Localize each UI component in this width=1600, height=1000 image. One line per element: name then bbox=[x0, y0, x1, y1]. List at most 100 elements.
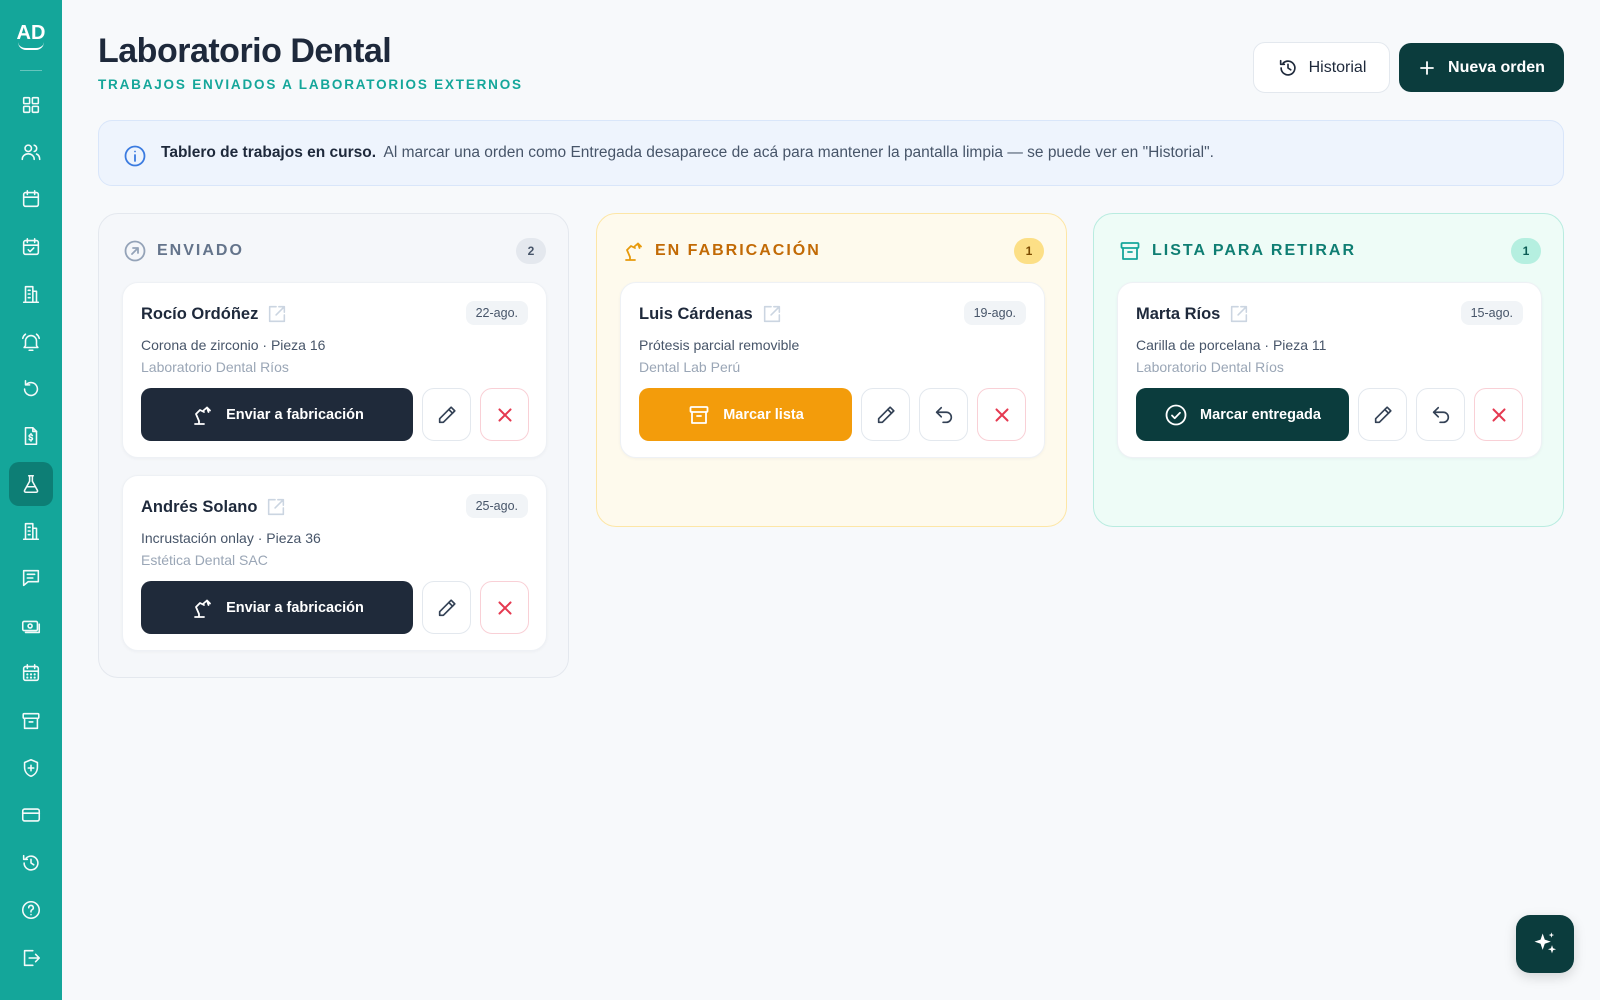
sidebar-item-insurance[interactable] bbox=[9, 746, 53, 790]
sidebar-item-laboratory[interactable] bbox=[9, 461, 53, 506]
calendar-check-icon bbox=[22, 237, 40, 255]
order-card: Marta Ríos 15-ago. Carilla de porcelana … bbox=[1117, 282, 1542, 458]
info-icon bbox=[124, 145, 146, 167]
building-icon bbox=[22, 522, 40, 541]
shield-icon bbox=[23, 758, 39, 777]
sidebar-item-payments[interactable] bbox=[9, 604, 53, 648]
order-card: Andrés Solano 25-ago. Incrustación onlay… bbox=[122, 475, 547, 651]
sidebar-item-billing[interactable] bbox=[9, 414, 53, 458]
logout-icon bbox=[23, 949, 41, 967]
sidebar-item-tasks[interactable] bbox=[9, 225, 53, 269]
building-icon bbox=[22, 286, 40, 304]
close-icon bbox=[497, 600, 512, 615]
external-link-icon[interactable] bbox=[1228, 303, 1250, 325]
work-description: Carilla de porcelana · Pieza 11 bbox=[1136, 337, 1327, 353]
sidebar-item-rooms[interactable] bbox=[9, 272, 53, 316]
main-content: Laboratorio Dental TRABAJOS ENVIADOS A L… bbox=[62, 0, 1600, 1000]
sidebar-item-messages[interactable] bbox=[9, 556, 53, 600]
external-link-icon[interactable] bbox=[761, 303, 783, 325]
patient-name: Rocío Ordóñez bbox=[141, 303, 288, 325]
history-button-label: Historial bbox=[1308, 58, 1367, 76]
card-actions: Marcar lista bbox=[639, 388, 1026, 441]
column-title: ENVIADO bbox=[157, 242, 244, 259]
archive-icon bbox=[22, 712, 40, 729]
laboratory-name: Laboratorio Dental Ríos bbox=[141, 359, 289, 375]
edit-button[interactable] bbox=[1358, 388, 1407, 441]
credit-card-icon bbox=[21, 808, 41, 823]
delete-button[interactable] bbox=[480, 388, 529, 441]
column-lista-para-retirar: LISTA PARA RETIRAR 1 Marta Ríos 15-ago. … bbox=[1093, 213, 1564, 527]
close-icon bbox=[497, 407, 512, 422]
sidebar-item-alerts[interactable] bbox=[9, 320, 53, 364]
undo-icon bbox=[935, 406, 952, 423]
external-link-icon[interactable] bbox=[265, 496, 287, 518]
work-description: Prótesis parcial removible bbox=[639, 337, 800, 353]
ai-assistant-button[interactable] bbox=[1516, 915, 1574, 973]
users-icon bbox=[21, 144, 41, 161]
undo-button[interactable] bbox=[1416, 388, 1465, 441]
card-actions: Marcar entregada bbox=[1136, 388, 1523, 441]
send-to-fabrication-button[interactable]: Enviar a fabricación bbox=[141, 581, 413, 634]
sidebar-item-schedule[interactable] bbox=[9, 651, 53, 695]
info-banner-text: Al marcar una orden como Entregada desap… bbox=[383, 144, 1214, 161]
external-link-icon[interactable] bbox=[266, 303, 288, 325]
history-button[interactable]: Historial bbox=[1253, 42, 1390, 93]
bell-icon bbox=[21, 332, 41, 351]
patient-name: Andrés Solano bbox=[141, 496, 287, 518]
new-order-button[interactable]: Nueva orden bbox=[1399, 43, 1564, 92]
sidebar-item-refresh[interactable] bbox=[9, 367, 53, 411]
column-count-badge: 1 bbox=[1014, 238, 1044, 264]
app-logo[interactable]: AD bbox=[14, 18, 48, 52]
history-icon bbox=[1279, 59, 1296, 76]
card-actions: Enviar a fabricación bbox=[141, 388, 529, 441]
help-icon bbox=[21, 900, 41, 920]
check-circle-icon bbox=[1165, 404, 1187, 425]
sidebar-item-offices[interactable] bbox=[9, 509, 53, 553]
column-header: LISTA PARA RETIRAR 1 bbox=[1118, 238, 1541, 264]
delete-button[interactable] bbox=[480, 581, 529, 634]
robot-arm-icon bbox=[194, 599, 211, 618]
document-dollar-icon bbox=[24, 427, 38, 446]
sidebar-item-patients[interactable] bbox=[9, 130, 53, 174]
date-badge: 15-ago. bbox=[1460, 301, 1523, 325]
calendar-icon bbox=[22, 190, 40, 208]
edit-button[interactable] bbox=[861, 388, 910, 441]
page-subtitle: TRABAJOS ENVIADOS A LABORATORIOS EXTERNO… bbox=[98, 77, 523, 92]
mark-delivered-button[interactable]: Marcar entregada bbox=[1136, 388, 1349, 441]
sidebar-item-logout[interactable] bbox=[9, 936, 53, 980]
pencil-icon bbox=[438, 405, 456, 423]
undo-button[interactable] bbox=[919, 388, 968, 441]
column-en-fabricacion: EN FABRICACIÓN 1 Luis Cárdenas 19-ago. P… bbox=[596, 213, 1067, 527]
sidebar-item-archive[interactable] bbox=[9, 699, 53, 743]
archive-icon bbox=[689, 405, 709, 424]
laboratory-name: Laboratorio Dental Ríos bbox=[1136, 359, 1284, 375]
send-to-fabrication-button[interactable]: Enviar a fabricación bbox=[141, 388, 413, 441]
work-description: Corona de zirconio · Pieza 16 bbox=[141, 337, 326, 353]
grid-icon bbox=[22, 96, 40, 113]
mark-ready-button[interactable]: Marcar lista bbox=[639, 388, 852, 441]
sparkles-icon bbox=[1534, 932, 1557, 954]
delete-button[interactable] bbox=[1474, 388, 1523, 441]
edit-button[interactable] bbox=[422, 388, 471, 441]
delete-button[interactable] bbox=[977, 388, 1026, 441]
column-count-badge: 2 bbox=[516, 238, 546, 264]
edit-button[interactable] bbox=[422, 581, 471, 634]
laboratory-name: Estética Dental SAC bbox=[141, 552, 268, 568]
laboratory-name: Dental Lab Perú bbox=[639, 359, 741, 375]
sidebar-item-dashboard[interactable] bbox=[9, 83, 53, 127]
column-title: LISTA PARA RETIRAR bbox=[1152, 242, 1356, 259]
pencil-icon bbox=[1374, 405, 1392, 423]
archive-icon bbox=[1120, 242, 1140, 260]
sidebar-item-calendar[interactable] bbox=[9, 177, 53, 221]
date-badge: 19-ago. bbox=[963, 301, 1026, 325]
sidebar-item-help[interactable] bbox=[9, 888, 53, 932]
flask-icon bbox=[23, 474, 39, 493]
column-header: ENVIADO 2 bbox=[123, 238, 546, 264]
date-badge: 25-ago. bbox=[465, 494, 528, 518]
cash-icon bbox=[21, 620, 41, 634]
sidebar-item-cards[interactable] bbox=[9, 793, 53, 837]
refresh-icon bbox=[23, 379, 39, 397]
order-card: Luis Cárdenas 19-ago. Prótesis parcial r… bbox=[620, 282, 1045, 458]
sidebar-item-history[interactable] bbox=[9, 841, 53, 885]
robot-arm-icon bbox=[194, 406, 211, 425]
